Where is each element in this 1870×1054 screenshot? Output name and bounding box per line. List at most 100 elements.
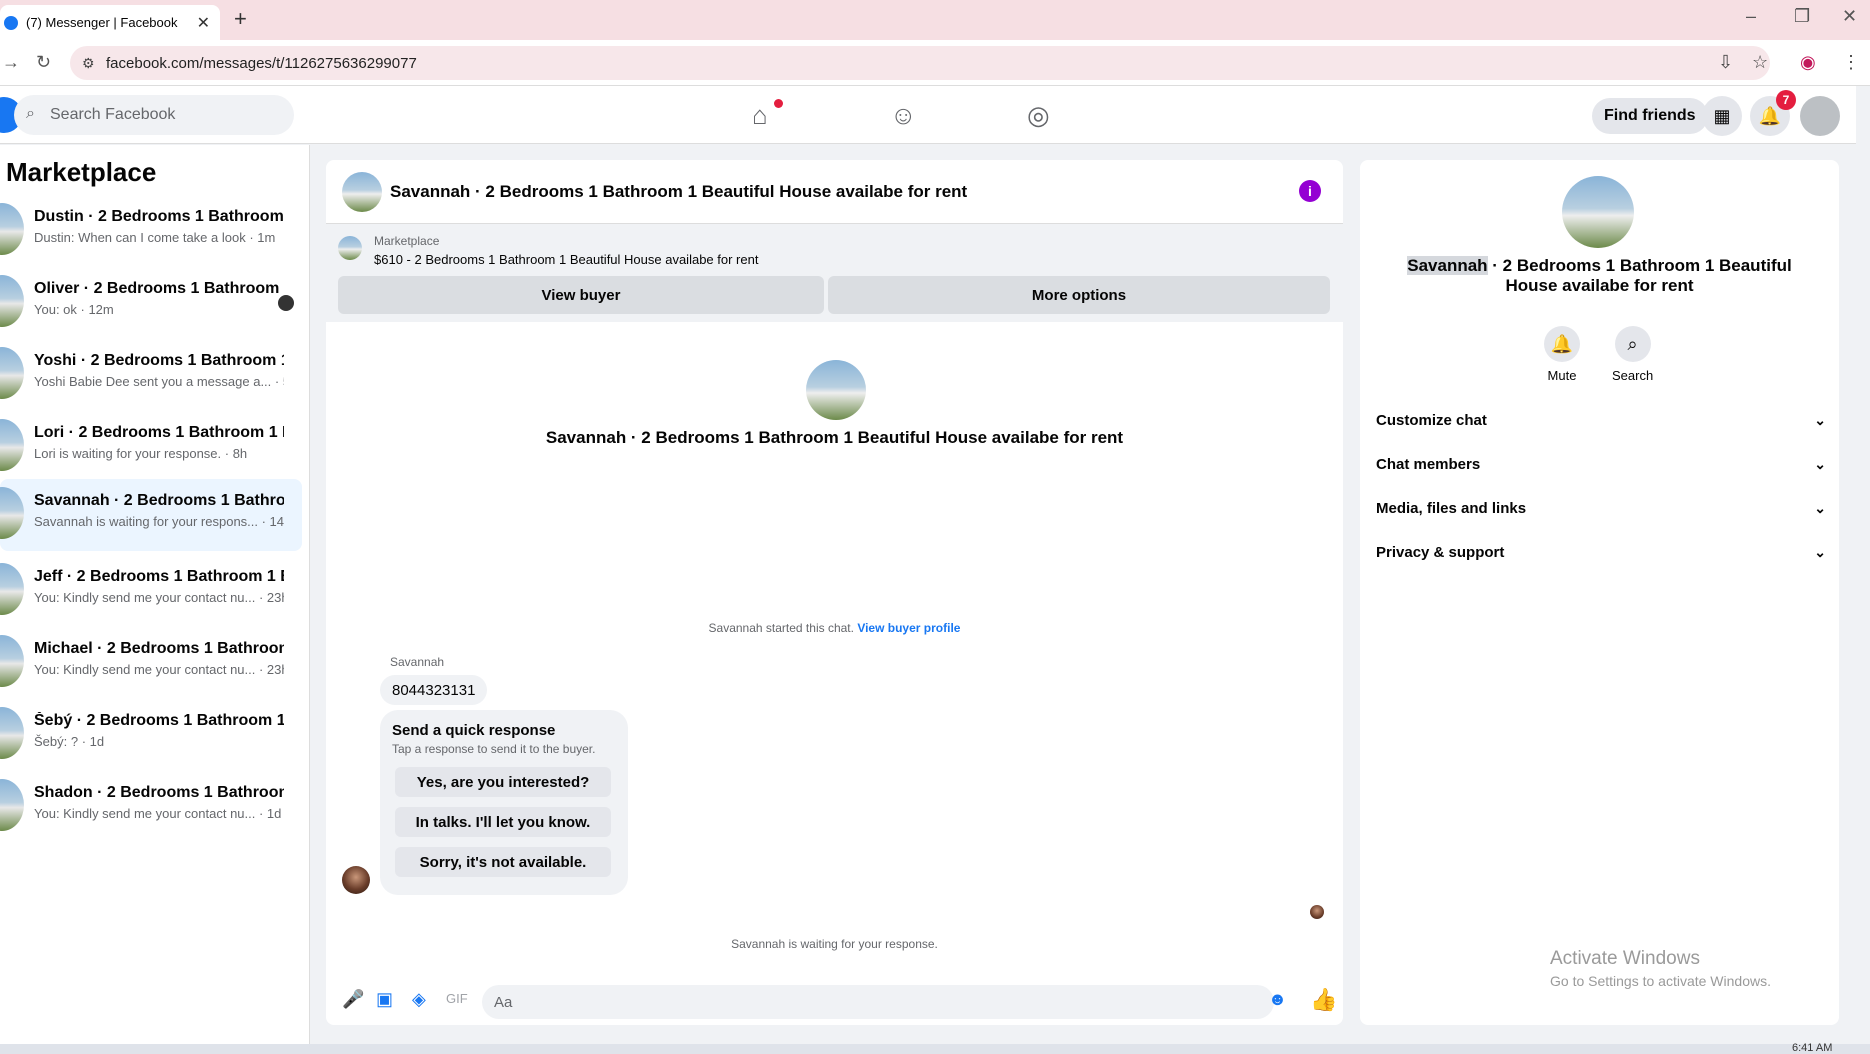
info-icon[interactable]: i	[1299, 180, 1321, 202]
section-label: Chat members	[1376, 455, 1481, 473]
taskbar-clock: 6:41 AM	[1792, 1042, 1833, 1054]
friends-icon[interactable]: ☺	[890, 100, 917, 131]
mute-label: Mute	[1547, 368, 1577, 383]
conversation-snippet: Dustin: When can I come take a look · 1m	[34, 230, 276, 245]
details-thumbnail	[1562, 176, 1634, 248]
menu-grid-icon[interactable]: ▦	[1702, 96, 1742, 136]
conversation-name: Jeff · 2 Bedrooms 1 Bathroom 1 Be...	[34, 568, 284, 585]
conversation-item[interactable]: Yoshi · 2 Bedrooms 1 Bathroom 1 B... Yos…	[0, 339, 302, 407]
conversation-name: Lori · 2 Bedrooms 1 Bathroom 1 Be...	[34, 424, 284, 441]
message-input[interactable]: Aa	[482, 985, 1274, 1019]
chat-panel: Savannah · 2 Bedrooms 1 Bathroom 1 Beaut…	[326, 160, 1343, 1025]
new-tab-button[interactable]: +	[234, 6, 247, 32]
conversation-item[interactable]: Jeff · 2 Bedrooms 1 Bathroom 1 Be... You…	[0, 555, 302, 623]
account-avatar[interactable]	[1800, 96, 1840, 136]
home-icon[interactable]: ⌂	[752, 100, 768, 131]
quick-reply-button[interactable]: Yes, are you interested?	[395, 767, 611, 797]
details-title: Savannah · 2 Bedrooms 1 Bathroom 1 Beaut…	[1380, 256, 1819, 296]
mute-button[interactable]: 🔔 Mute	[1544, 326, 1580, 383]
sender-avatar[interactable]	[342, 866, 370, 894]
marketplace-label: Marketplace	[374, 234, 440, 248]
read-receipt-avatar	[1310, 905, 1324, 919]
url-text: facebook.com/messages/t/1126275636299077	[106, 54, 417, 72]
facebook-favicon-icon	[4, 15, 18, 30]
address-bar-row: → ↻ ⚙ facebook.com/messages/t/1126275636…	[0, 40, 1870, 86]
close-window-icon[interactable]: ✕	[1842, 6, 1857, 27]
chevron-down-icon: ⌄	[1814, 455, 1826, 472]
conversation-name: Shadon · 2 Bedrooms 1 Bathroom ...	[34, 784, 284, 801]
started-text: Savannah started this chat.	[708, 621, 854, 635]
conversation-item[interactable]: Michael · 2 Bedrooms 1 Bathroom ... You:…	[0, 627, 302, 695]
find-friends-button[interactable]: Find friends	[1592, 98, 1708, 134]
section-label: Media, files and links	[1376, 499, 1527, 517]
tab-title: (7) Messenger | Facebook	[26, 15, 178, 30]
conversation-item[interactable]: Šebý · 2 Bedrooms 1 Bathroom 1 B... Šebý…	[0, 699, 302, 767]
conversation-item[interactable]: Oliver · 2 Bedrooms 1 Bathroom ... You: …	[0, 267, 302, 335]
bookmark-star-icon[interactable]: ☆	[1752, 52, 1768, 73]
address-bar[interactable]: ⚙ facebook.com/messages/t/11262756362990…	[70, 46, 1770, 80]
microphone-icon[interactable]: 🎤	[342, 989, 364, 1010]
minimize-icon[interactable]: –	[1746, 6, 1756, 27]
listing-thumbnail	[0, 203, 24, 255]
conversation-name: Dustin · 2 Bedrooms 1 Bathroom 1 ...	[34, 208, 284, 225]
browser-menu-icon[interactable]: ⋮	[1842, 52, 1860, 73]
quick-response-subtitle: Tap a response to send it to the buyer.	[392, 742, 596, 756]
restore-icon[interactable]: ❐	[1794, 6, 1810, 27]
conversation-item-active[interactable]: Savannah · 2 Bedrooms 1 Bathroo... Savan…	[0, 479, 302, 551]
message-bubble[interactable]: 8044323131	[380, 675, 488, 705]
conversation-snippet: You: Kindly send me your contact nu... ·…	[34, 662, 284, 677]
quick-reply-button[interactable]: Sorry, it's not available.	[395, 847, 611, 877]
sticker-icon[interactable]: ◈	[412, 989, 426, 1010]
marketplace-listing-bar: Marketplace $610 - 2 Bedrooms 1 Bathroom…	[326, 224, 1343, 322]
conversation-list: Marketplace Dustin · 2 Bedrooms 1 Bathro…	[0, 145, 310, 1045]
emoji-icon[interactable]: ☻	[1268, 989, 1287, 1010]
conversation-item[interactable]: Dustin · 2 Bedrooms 1 Bathroom 1 ... Dus…	[0, 195, 302, 263]
search-icon: ⌕	[26, 105, 35, 122]
customize-chat-section[interactable]: Customize chat ⌄	[1376, 400, 1826, 440]
section-label: Privacy & support	[1376, 543, 1505, 561]
chat-thumbnail[interactable]	[342, 171, 382, 212]
gif-icon[interactable]: GIF	[446, 991, 468, 1006]
search-in-chat-button[interactable]: ⌕ Search	[1612, 326, 1653, 383]
profile-icon[interactable]: ◉	[1800, 52, 1816, 73]
search-input[interactable]: ⌕ Search Facebook	[14, 95, 294, 135]
listing-thumbnail	[0, 347, 24, 399]
privacy-support-section[interactable]: Privacy & support ⌄	[1376, 532, 1826, 572]
listing-title[interactable]: $610 - 2 Bedrooms 1 Bathroom 1 Beautiful…	[374, 252, 758, 267]
search-placeholder: Search Facebook	[50, 106, 176, 123]
conversation-snippet: Lori is waiting for your response. · 8h	[34, 446, 248, 461]
forward-icon[interactable]: →	[2, 52, 20, 73]
install-app-icon[interactable]: ⇩	[1718, 52, 1733, 73]
windows-taskbar	[0, 1044, 1870, 1054]
thumbs-up-icon[interactable]: 👍	[1310, 987, 1337, 1013]
listing-thumbnail	[338, 236, 362, 260]
watermark-line2: Go to Settings to activate Windows.	[1550, 973, 1771, 989]
search-icon: ⌕	[1614, 326, 1651, 362]
conversation-item[interactable]: Shadon · 2 Bedrooms 1 Bathroom ... You: …	[0, 771, 302, 839]
chat-title[interactable]: Savannah · 2 Bedrooms 1 Bathroom 1 Beaut…	[390, 182, 967, 202]
conversation-item[interactable]: Lori · 2 Bedrooms 1 Bathroom 1 Be... Lor…	[0, 411, 302, 479]
seen-avatar	[278, 295, 294, 311]
quick-response-card: Send a quick response Tap a response to …	[380, 710, 628, 895]
tab-close-icon[interactable]: ✕	[197, 13, 210, 33]
browser-tab[interactable]: (7) Messenger | Facebook ✕	[0, 5, 220, 40]
listing-thumbnail	[0, 779, 24, 831]
listing-thumbnail	[0, 635, 24, 687]
conversation-name: Michael · 2 Bedrooms 1 Bathroom ...	[34, 640, 284, 657]
search-label: Search	[1612, 368, 1654, 383]
attach-image-icon[interactable]: ▣	[376, 989, 393, 1010]
reload-icon[interactable]: ↻	[36, 52, 51, 73]
site-info-icon[interactable]: ⚙	[82, 55, 95, 72]
more-options-button[interactable]: More options	[828, 276, 1330, 314]
quick-reply-button[interactable]: In talks. I'll let you know.	[395, 807, 611, 837]
media-files-links-section[interactable]: Media, files and links ⌄	[1376, 488, 1826, 528]
activate-windows-watermark: Activate Windows Go to Settings to activ…	[1550, 948, 1771, 989]
chat-members-section[interactable]: Chat members ⌄	[1376, 444, 1826, 484]
home-notification-dot	[774, 99, 783, 108]
view-buyer-button[interactable]: View buyer	[338, 276, 824, 314]
groups-icon[interactable]: ◎	[1027, 100, 1050, 131]
conversation-name: Oliver · 2 Bedrooms 1 Bathroom ...	[34, 280, 284, 297]
view-buyer-profile-link[interactable]: View buyer profile	[857, 621, 960, 635]
waiting-note: Savannah is waiting for your response.	[731, 937, 938, 951]
conversation-snippet: You: Kindly send me your contact nu... ·…	[34, 806, 282, 821]
